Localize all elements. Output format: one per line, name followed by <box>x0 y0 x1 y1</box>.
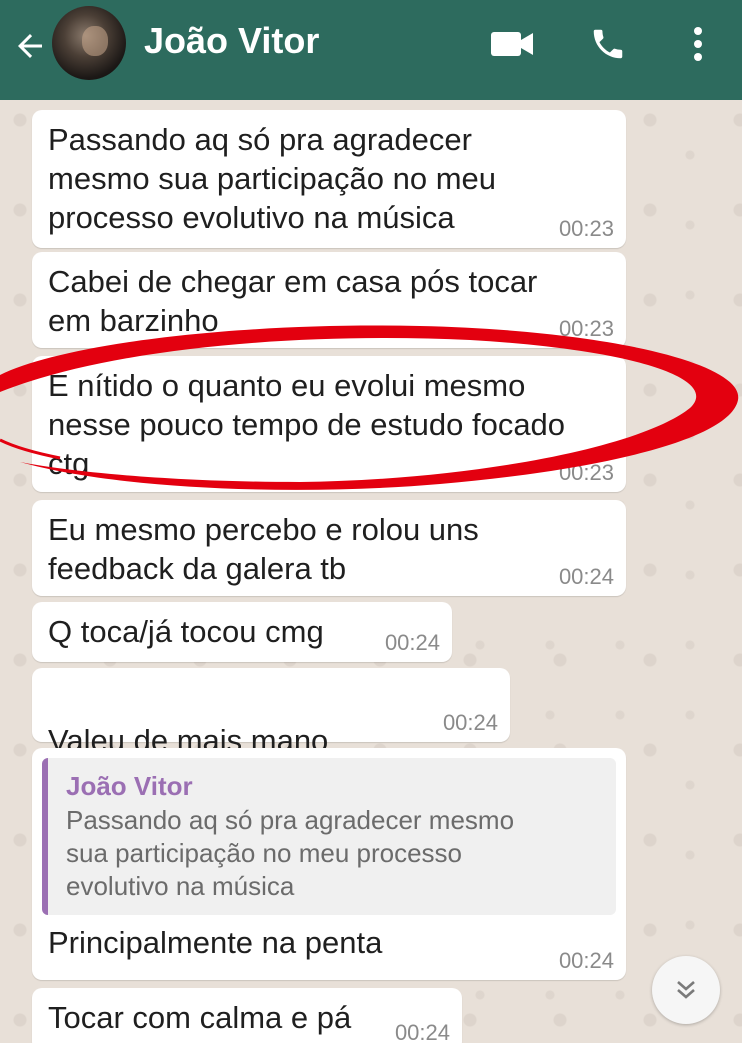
message-text: Tocar com calma e pá <box>48 1000 352 1035</box>
chevron-double-down-icon[interactable] <box>652 956 720 1024</box>
message-time: 00:23 <box>558 216 614 241</box>
video-camera-icon[interactable] <box>488 22 536 66</box>
message-bubble[interactable]: Tocar com calma e pá 00:24 <box>32 988 462 1043</box>
message-bubble[interactable]: João Vitor Passando aq só pra agradecer … <box>32 748 626 980</box>
arrow-left-icon[interactable] <box>8 24 52 68</box>
more-vert-icon[interactable] <box>680 22 716 66</box>
message-time: 00:24 <box>394 1020 450 1043</box>
contact-avatar[interactable] <box>52 6 126 80</box>
chat-header: João Vitor <box>0 0 742 100</box>
message-text: Passando aq só pra agradecer mesmo sua p… <box>48 122 497 235</box>
message-text: Q toca/já tocou cmg <box>48 614 324 649</box>
quoted-text: Passando aq só pra agradecer mesmo sua p… <box>66 805 515 901</box>
message-bubble[interactable]: Cabei de chegar em casa pós tocar em bar… <box>32 252 626 348</box>
quoted-message[interactable]: João Vitor Passando aq só pra agradecer … <box>42 758 616 915</box>
message-time: 00:24 <box>558 948 614 973</box>
message-text: Principalmente na penta <box>48 925 383 960</box>
message-bubble[interactable]: É nítido o quanto eu evolui mesmo nesse … <box>32 356 626 492</box>
message-bubble[interactable]: Q toca/já tocou cmg 00:24 <box>32 602 452 662</box>
message-bubble[interactable]: Passando aq só pra agradecer mesmo sua p… <box>32 110 626 248</box>
message-time: 00:24 <box>384 630 440 655</box>
message-text: Cabei de chegar em casa pós tocar em bar… <box>48 264 538 338</box>
message-time: 00:24 <box>442 710 498 735</box>
message-time: 00:24 <box>558 564 614 589</box>
message-time: 00:23 <box>558 316 614 341</box>
message-bubble[interactable]: Valeu de mais mano 00:24 <box>32 668 510 843</box>
message-text: Eu mesmo percebo e rolou uns feedback da… <box>48 512 479 586</box>
message-text: É nítido o quanto eu evolui mesmo nesse … <box>48 368 566 481</box>
message-bubble[interactable]: Eu mesmo percebo e rolou uns feedback da… <box>32 500 626 596</box>
phone-icon[interactable] <box>586 22 630 66</box>
contact-name[interactable]: João Vitor <box>144 20 319 62</box>
quoted-author: João Vitor <box>66 771 193 801</box>
message-time: 00:23 <box>558 460 614 485</box>
